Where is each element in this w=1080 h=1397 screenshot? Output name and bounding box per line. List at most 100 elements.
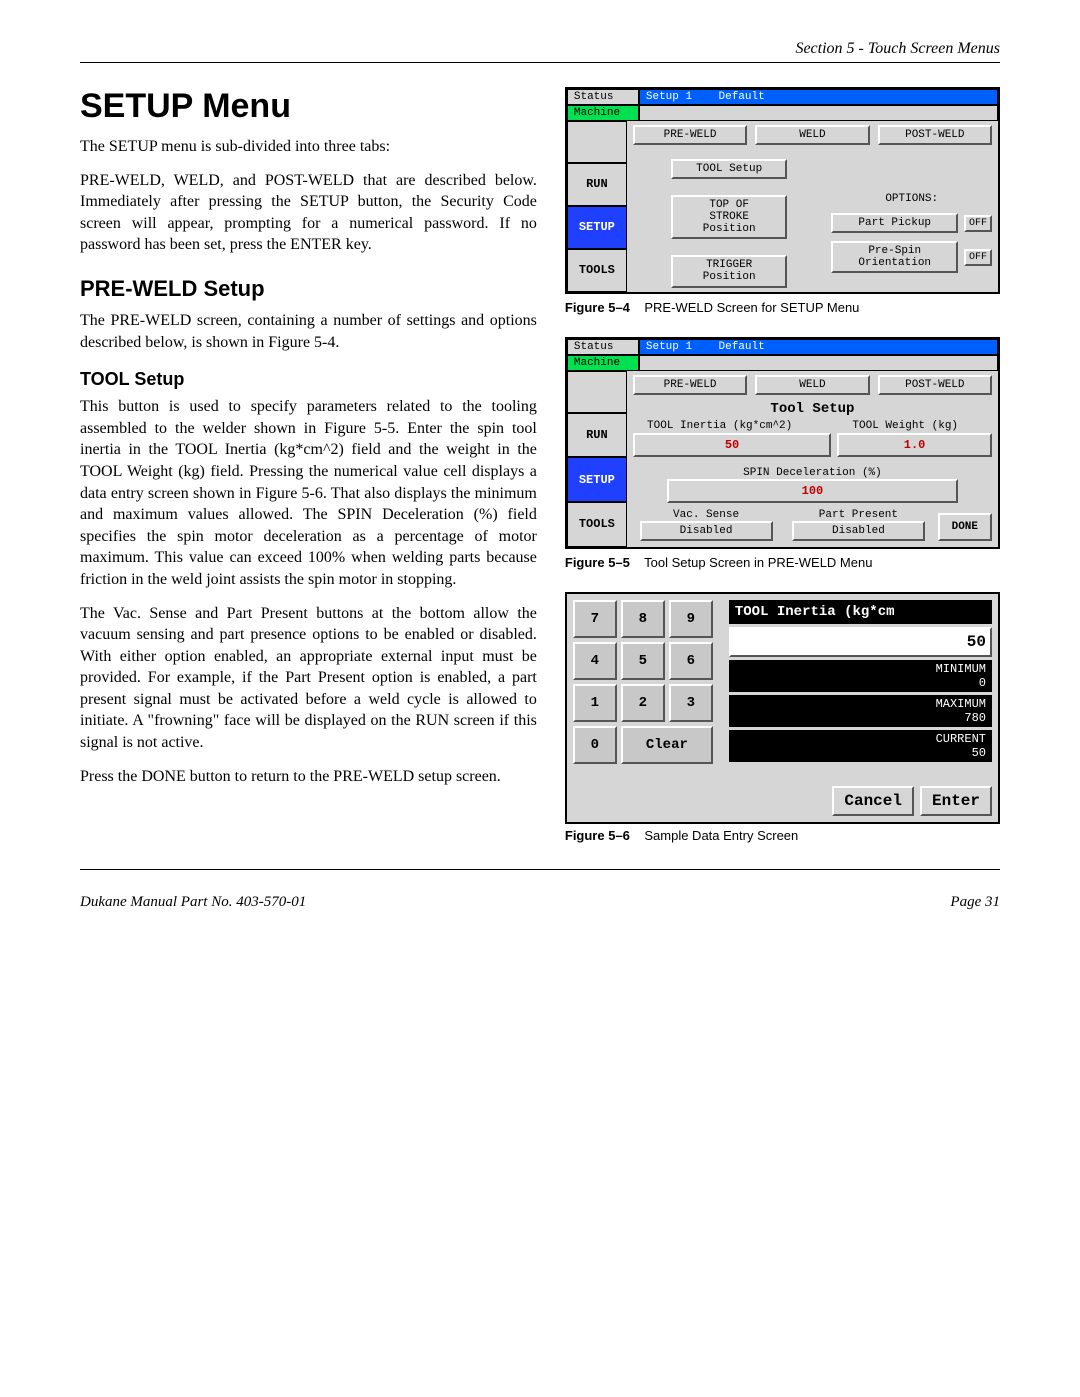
caption-text: PRE-WELD Screen for SETUP Menu xyxy=(644,300,859,315)
sidebar-run-button[interactable]: RUN xyxy=(567,163,627,206)
done-button[interactable]: DONE xyxy=(938,513,992,541)
fig54-screen: Status Setup 1 Default Machine RUN SETUP… xyxy=(565,87,1000,294)
current-value: 50 xyxy=(972,746,986,760)
sidebar-setup-button[interactable]: SETUP xyxy=(567,206,627,249)
caption-number: Figure 5–6 xyxy=(565,828,630,843)
part-present-button[interactable]: Disabled xyxy=(792,521,925,541)
body-text: The SETUP menu is sub-divided into three… xyxy=(80,136,537,158)
key-4[interactable]: 4 xyxy=(573,642,617,680)
left-column: SETUP Menu The SETUP menu is sub-divided… xyxy=(80,87,537,865)
vac-sense-label: Vac. Sense xyxy=(633,509,779,521)
key-0[interactable]: 0 xyxy=(573,726,617,764)
tab-postweld[interactable]: POST-WELD xyxy=(878,125,992,145)
caption-number: Figure 5–4 xyxy=(565,300,630,315)
body-text: This button is used to specify parameter… xyxy=(80,396,537,590)
machine-label: Machine xyxy=(567,355,639,371)
caption-text: Tool Setup Screen in PRE-WELD Menu xyxy=(644,555,872,570)
sidebar-tools-button[interactable]: TOOLS xyxy=(567,502,627,547)
caption-text: Sample Data Entry Screen xyxy=(644,828,798,843)
part-pickup-state[interactable]: OFF xyxy=(964,215,992,232)
trigger-position-button[interactable]: TRIGGER Position xyxy=(671,255,787,287)
fig55-caption: Figure 5–5 Tool Setup Screen in PRE-WELD… xyxy=(565,555,1000,570)
body-text: PRE-WELD, WELD, and POST-WELD that are d… xyxy=(80,170,537,256)
page-footer: Dukane Manual Part No. 403-570-01 Page 3… xyxy=(80,894,1000,911)
vac-sense-button[interactable]: Disabled xyxy=(640,521,773,541)
setup-label: Setup 1 xyxy=(646,341,692,353)
fig56-screen: 7 8 9 4 5 6 1 2 3 0 Clear TOOL Inertia (… xyxy=(565,592,1000,824)
options-label: OPTIONS: xyxy=(831,193,992,205)
current-label: CURRENT xyxy=(936,732,986,746)
footer-left: Dukane Manual Part No. 403-570-01 xyxy=(80,894,306,911)
spacer xyxy=(639,105,998,121)
sidebar-setup-button[interactable]: SETUP xyxy=(567,457,627,502)
body-text: Press the DONE button to return to the P… xyxy=(80,766,537,788)
min-label: MINIMUM xyxy=(936,662,986,676)
setup-label: Setup 1 xyxy=(646,91,692,103)
current-info: CURRENT 50 xyxy=(729,730,992,762)
fig56-caption: Figure 5–6 Sample Data Entry Screen xyxy=(565,828,1000,843)
max-value: 780 xyxy=(964,711,986,725)
sidebar-spacer xyxy=(567,121,627,163)
key-9[interactable]: 9 xyxy=(669,600,713,638)
decel-label: SPIN Deceleration (%) xyxy=(627,467,998,479)
tab-preweld[interactable]: PRE-WELD xyxy=(633,375,747,395)
sidebar-run-button[interactable]: RUN xyxy=(567,413,627,458)
key-2[interactable]: 2 xyxy=(621,684,665,722)
max-label: MAXIMUM xyxy=(936,697,986,711)
section-heading-preweld: PRE-WELD Setup xyxy=(80,276,537,302)
divider xyxy=(80,62,1000,63)
enter-button[interactable]: Enter xyxy=(920,786,992,816)
key-3[interactable]: 3 xyxy=(669,684,713,722)
caption-number: Figure 5–5 xyxy=(565,555,630,570)
key-8[interactable]: 8 xyxy=(621,600,665,638)
key-7[interactable]: 7 xyxy=(573,600,617,638)
top-of-stroke-button[interactable]: TOP OF STROKE Position xyxy=(671,195,787,239)
status-bar: Setup 1 Default xyxy=(639,339,998,355)
sidebar: RUN SETUP TOOLS xyxy=(567,371,627,547)
page-columns: SETUP Menu The SETUP menu is sub-divided… xyxy=(80,87,1000,865)
part-present-label: Part Present xyxy=(785,509,931,521)
subsection-heading-tool: TOOL Setup xyxy=(80,369,537,390)
min-info: MINIMUM 0 xyxy=(729,660,992,692)
default-label: Default xyxy=(719,91,765,103)
entry-value-field[interactable]: 50 xyxy=(729,627,992,657)
status-label: Status xyxy=(567,339,639,355)
inertia-label: TOOL Inertia (kg*cm^2) xyxy=(627,419,813,433)
part-pickup-button[interactable]: Part Pickup xyxy=(831,213,958,233)
tab-preweld[interactable]: PRE-WELD xyxy=(633,125,747,145)
key-5[interactable]: 5 xyxy=(621,642,665,680)
key-clear[interactable]: Clear xyxy=(621,726,713,764)
divider xyxy=(80,869,1000,870)
body-text: The Vac. Sense and Part Present buttons … xyxy=(80,603,537,754)
body-text: The PRE-WELD screen, containing a number… xyxy=(80,310,537,353)
min-value: 0 xyxy=(979,676,986,690)
spacer xyxy=(639,355,998,371)
cancel-button[interactable]: Cancel xyxy=(832,786,914,816)
sidebar: RUN SETUP TOOLS xyxy=(567,121,627,292)
decel-value-field[interactable]: 100 xyxy=(667,479,958,503)
footer-right: Page 31 xyxy=(950,894,1000,911)
entry-title: TOOL Inertia (kg*cm xyxy=(729,600,992,624)
tab-postweld[interactable]: POST-WELD xyxy=(878,375,992,395)
tab-weld[interactable]: WELD xyxy=(755,125,869,145)
tool-setup-button[interactable]: TOOL Setup xyxy=(671,159,787,179)
fig55-screen: Status Setup 1 Default Machine RUN SETUP… xyxy=(565,337,1000,549)
key-1[interactable]: 1 xyxy=(573,684,617,722)
page-title: SETUP Menu xyxy=(80,87,537,126)
pre-spin-state[interactable]: OFF xyxy=(964,249,992,266)
weight-value-field[interactable]: 1.0 xyxy=(837,433,992,457)
inertia-value-field[interactable]: 50 xyxy=(633,433,831,457)
tab-weld[interactable]: WELD xyxy=(755,375,869,395)
section-header: Section 5 - Touch Screen Menus xyxy=(80,40,1000,58)
machine-label: Machine xyxy=(567,105,639,121)
pre-spin-button[interactable]: Pre-Spin Orientation xyxy=(831,241,958,273)
right-column: Status Setup 1 Default Machine RUN SETUP… xyxy=(565,87,1000,865)
default-label: Default xyxy=(719,341,765,353)
status-label: Status xyxy=(567,89,639,105)
tool-setup-title: Tool Setup xyxy=(627,399,998,419)
weight-label: TOOL Weight (kg) xyxy=(812,419,998,433)
sidebar-tools-button[interactable]: TOOLS xyxy=(567,249,627,292)
key-6[interactable]: 6 xyxy=(669,642,713,680)
max-info: MAXIMUM 780 xyxy=(729,695,992,727)
status-bar: Setup 1 Default xyxy=(639,89,998,105)
